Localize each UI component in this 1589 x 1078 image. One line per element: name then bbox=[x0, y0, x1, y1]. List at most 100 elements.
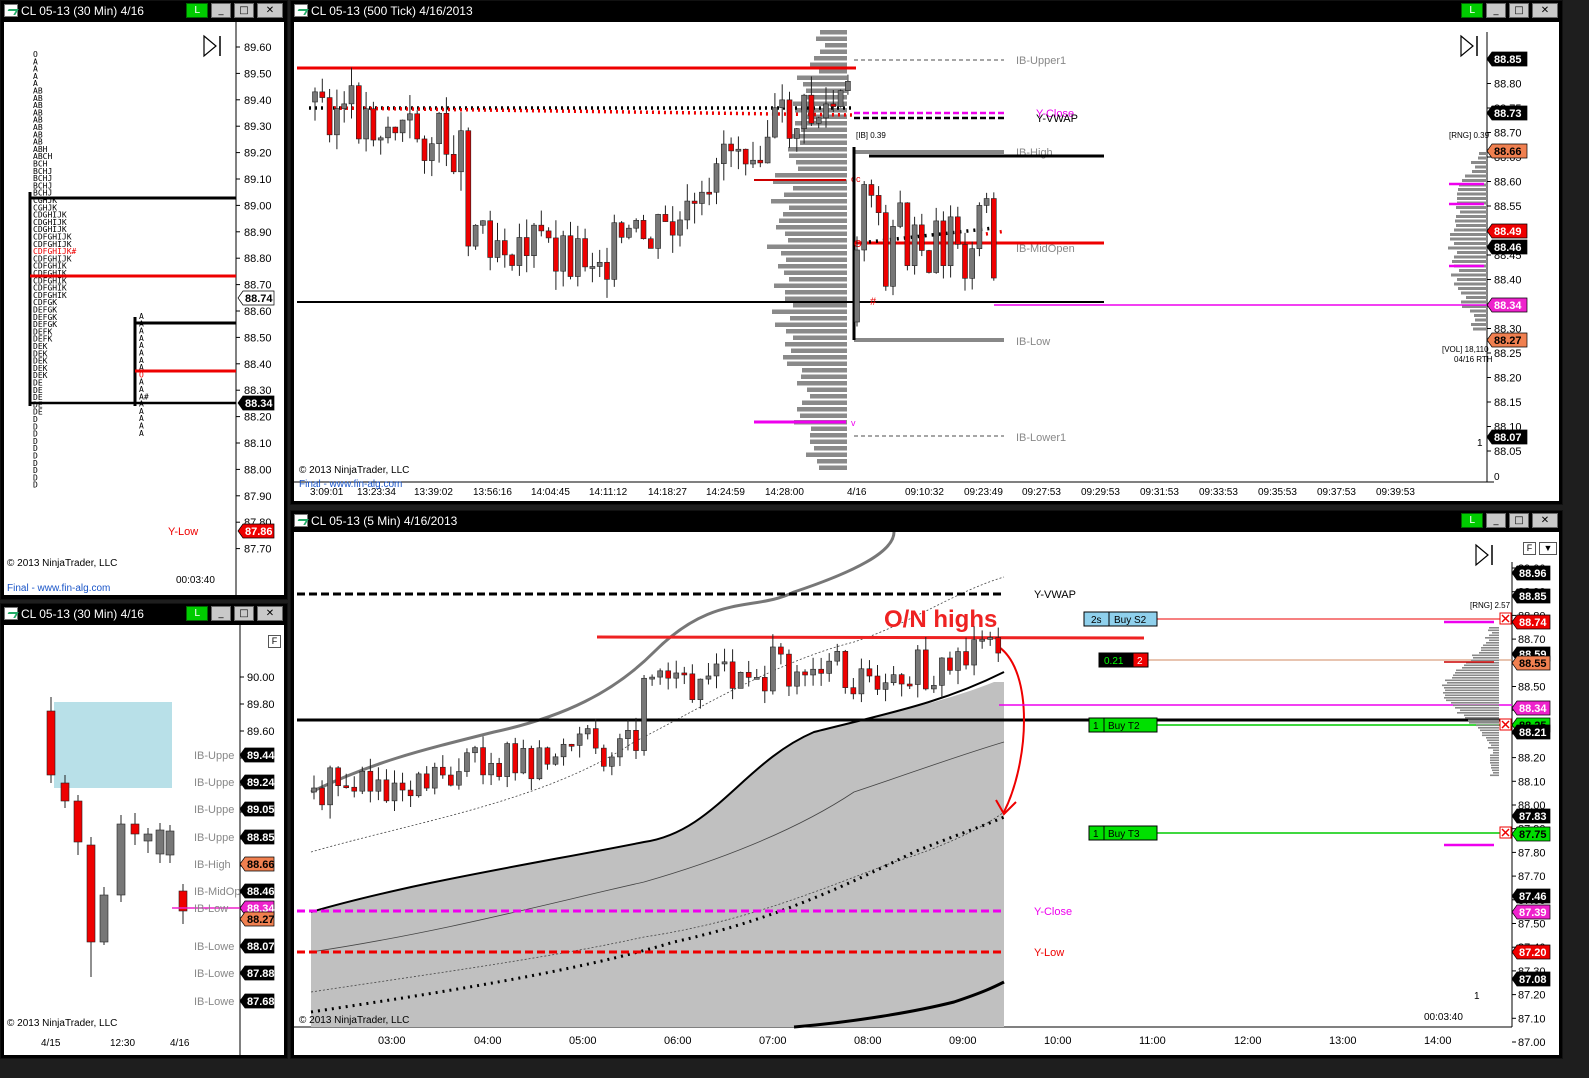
close-button[interactable]: ✕ bbox=[257, 606, 283, 621]
x-tick-label: 09:37:53 bbox=[1317, 487, 1356, 498]
chart-app-icon bbox=[4, 4, 18, 17]
tpo-chart-svg[interactable]: 89.60 89.50 89.40 89.30 89.20 89.10 89.00 88.90… bbox=[4, 22, 284, 595]
candle bbox=[662, 214, 669, 222]
y-tick-label: 89.10 bbox=[244, 174, 272, 186]
tick-chart[interactable]: oc v IB-Upper1 Y-Close Y-VWAP IB-High IB-MidOp… bbox=[294, 22, 1559, 501]
rth-profile-bar bbox=[1492, 769, 1499, 772]
y-tick-label: 88.90 bbox=[244, 227, 272, 239]
price-tag-label: 89.24 bbox=[247, 777, 275, 789]
close-button[interactable]: ✕ bbox=[1532, 3, 1558, 18]
tick-chart-window[interactable]: CL 05-13 (500 Tick) 4/16/2013 L _ □ ✕ oc… bbox=[290, 0, 1563, 505]
candle bbox=[979, 638, 985, 642]
y-tick-label: 89.00 bbox=[244, 200, 272, 212]
candle bbox=[611, 222, 618, 280]
x-tick-label: 09:27:53 bbox=[1022, 487, 1061, 498]
footer-link[interactable]: Final - www.fin-alg.com bbox=[7, 583, 110, 594]
x-tick-label: 09:23:49 bbox=[964, 487, 1003, 498]
footer-link[interactable]: Final - www.fin-alg.com bbox=[299, 479, 402, 490]
format-button[interactable]: F bbox=[1523, 542, 1536, 555]
rth-profile-bar bbox=[1450, 237, 1487, 241]
rth-profile-bar bbox=[1458, 287, 1487, 290]
timer-label: 00:03:40 bbox=[176, 575, 215, 586]
volume-profile-bar bbox=[825, 43, 847, 48]
rth-profile-bar bbox=[1453, 674, 1499, 677]
candle bbox=[904, 202, 911, 266]
y-tick-label: 88.10 bbox=[1518, 776, 1546, 788]
volume-profile-bar bbox=[803, 82, 847, 87]
level-label: IB-Low bbox=[194, 903, 228, 915]
candle bbox=[504, 743, 510, 777]
title-bar[interactable]: CL 05-13 (30 Min) 4/16 L _ □ ✕ bbox=[1, 604, 287, 624]
link-button[interactable]: L bbox=[1461, 513, 1483, 528]
rth-profile-bar bbox=[1457, 197, 1487, 200]
candle bbox=[312, 91, 318, 103]
rth-profile-bar bbox=[1457, 278, 1487, 281]
rth-profile-bar bbox=[1445, 694, 1499, 697]
volume-profile-bar bbox=[787, 361, 847, 366]
rth-profile-bar bbox=[1458, 188, 1487, 191]
on-highs-line bbox=[596, 635, 1145, 640]
title-bar[interactable]: CL 05-13 (5 Min) 4/16/2013 L _ □ ✕ bbox=[291, 511, 1562, 531]
rth-profile-bar bbox=[1490, 757, 1499, 759]
price-tag-label: 87.20 bbox=[1519, 947, 1547, 959]
price-tag-label: 87.86 bbox=[245, 526, 273, 538]
maximize-button[interactable]: □ bbox=[1509, 513, 1529, 528]
link-button[interactable]: L bbox=[186, 606, 208, 621]
rth-profile-bar bbox=[1455, 219, 1487, 223]
tpo-window-top-left[interactable]: CL 05-13 (30 Min) 4/16 L _ □ ✕ 89.60 89.5… bbox=[0, 0, 288, 600]
level-label: IB-MidOpen bbox=[1016, 243, 1075, 255]
candle bbox=[861, 184, 868, 251]
rth-profile-bar bbox=[1442, 684, 1499, 687]
candlestick-chart[interactable]: 90.0089.8089.6089.4089.2089.0088.8088.60… bbox=[4, 625, 284, 1055]
window-title: CL 05-13 (30 Min) 4/16 bbox=[21, 607, 144, 621]
maximize-button[interactable]: □ bbox=[234, 3, 254, 18]
candle bbox=[609, 756, 615, 767]
x-tick-label: 4/15 bbox=[41, 1038, 61, 1049]
candle bbox=[684, 200, 691, 221]
format-button[interactable]: F bbox=[268, 635, 281, 648]
volume-profile-bar bbox=[801, 374, 847, 379]
title-bar[interactable]: CL 05-13 (500 Tick) 4/16/2013 L _ □ ✕ bbox=[291, 1, 1562, 21]
candle bbox=[399, 119, 406, 134]
title-bar[interactable]: CL 05-13 (30 Min) 4/16 L _ □ ✕ bbox=[1, 1, 287, 21]
candle bbox=[367, 770, 374, 792]
chart-window-bottom-left[interactable]: CL 05-13 (30 Min) 4/16 L _ □ ✕ 90.00 89.8… bbox=[0, 603, 288, 1059]
candle bbox=[456, 771, 462, 786]
minimize-button[interactable]: _ bbox=[211, 3, 231, 18]
value-band bbox=[311, 682, 1004, 1027]
candle bbox=[753, 677, 760, 680]
y-tick-label: 87.70 bbox=[244, 544, 272, 556]
link-button[interactable]: L bbox=[1461, 3, 1483, 18]
maximize-button[interactable]: □ bbox=[1509, 3, 1529, 18]
rth-profile-bar bbox=[1488, 629, 1499, 632]
candle bbox=[745, 671, 752, 678]
candlestick-chart-svg[interactable]: 90.0089.8089.6089.4089.2089.0088.8088.60… bbox=[4, 625, 284, 1055]
volume-profile-bar bbox=[793, 303, 847, 308]
five-minute-chart-window[interactable]: CL 05-13 (5 Min) 4/16/2013 L _ □ ✕ Y-VWA… bbox=[290, 510, 1563, 1059]
dropdown-button[interactable]: ▼ bbox=[1539, 542, 1557, 555]
candle bbox=[392, 126, 399, 134]
candle bbox=[750, 159, 756, 165]
candle bbox=[673, 672, 680, 679]
maximize-button[interactable]: □ bbox=[234, 606, 254, 621]
price-tag-label: 88.21 bbox=[1519, 727, 1547, 739]
five-minute-chart[interactable]: Y-VWAP Y-Close Y-Low O/N highs 2s Buy S2 0.21 2… bbox=[294, 532, 1559, 1055]
candle bbox=[311, 787, 317, 793]
minimize-button[interactable]: _ bbox=[211, 606, 231, 621]
tick-chart-svg[interactable]: ocvIB-Upper1Y-CloseY-VWAPIB-HighIB-MidOp… bbox=[294, 22, 1559, 501]
link-button[interactable]: L bbox=[186, 3, 208, 18]
minimize-button[interactable]: _ bbox=[1486, 3, 1506, 18]
rth-profile-bar bbox=[1461, 300, 1487, 304]
x-tick-label: 12:30 bbox=[110, 1038, 135, 1049]
candle bbox=[786, 653, 792, 687]
x-tick-label: 07:00 bbox=[759, 1035, 787, 1047]
candle bbox=[480, 220, 486, 226]
rth-profile-bar bbox=[1444, 697, 1499, 699]
close-button[interactable]: ✕ bbox=[1532, 513, 1558, 528]
candle bbox=[882, 212, 889, 287]
volume-profile-bar bbox=[779, 218, 847, 223]
close-button[interactable]: ✕ bbox=[257, 3, 283, 18]
minimize-button[interactable]: _ bbox=[1486, 513, 1506, 528]
five-minute-chart-svg[interactable]: Y-VWAP Y-Close Y-Low O/N highs 2s Buy S2 0.21 2… bbox=[294, 532, 1559, 1055]
tpo-chart[interactable]: 89.60 89.50 89.40 89.30 89.20 89.10 89.00 88.90… bbox=[4, 22, 284, 595]
